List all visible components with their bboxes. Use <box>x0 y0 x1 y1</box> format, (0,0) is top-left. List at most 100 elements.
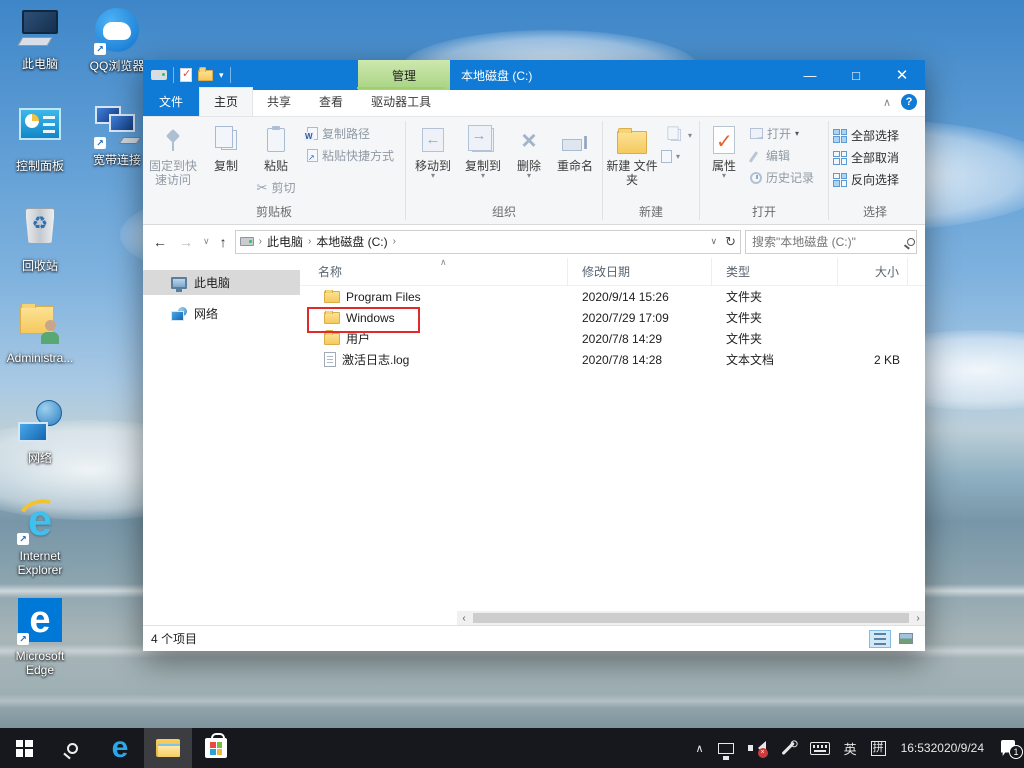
refresh-icon[interactable]: ↻ <box>725 234 736 250</box>
details-view-icon <box>874 633 886 645</box>
drive-icon <box>151 70 167 80</box>
manage-context-tab[interactable]: 管理 <box>358 60 450 90</box>
delete-button[interactable]: × 删除▾ <box>508 121 550 181</box>
recent-locations-icon[interactable]: ∨ <box>201 236 212 247</box>
navigation-pane: 此电脑 网络 <box>143 258 300 625</box>
start-button[interactable] <box>0 728 48 768</box>
action-center-button[interactable]: 1 <box>992 728 1024 768</box>
tab-share[interactable]: 共享 <box>253 88 305 116</box>
tray-ime-indicator[interactable]: 拼 <box>864 728 893 768</box>
help-icon[interactable]: ? <box>901 94 917 110</box>
minimize-button[interactable]: — <box>787 60 833 90</box>
qat-dropdown-icon[interactable]: ▾ <box>219 70 224 81</box>
select-none-icon <box>833 151 847 165</box>
file-row-activation-log[interactable]: 激活日志.log 2020/7/8 14:28 文本文档 2 KB <box>300 349 925 370</box>
cut-button[interactable]: ✂剪切 <box>257 179 296 196</box>
taskbar-store-button[interactable] <box>192 728 240 768</box>
tab-file[interactable]: 文件 <box>143 87 199 116</box>
column-header-size[interactable]: 大小 <box>838 258 908 285</box>
invert-selection-button[interactable]: 反向选择 <box>833 171 899 188</box>
column-header-type[interactable]: 类型 <box>712 258 838 285</box>
column-header-name[interactable]: 名称 <box>300 258 568 285</box>
qq-browser-icon: ↗ <box>93 8 141 56</box>
pin-to-quick-access-button[interactable]: 固定到快速访问 <box>145 121 201 189</box>
delete-x-icon: × <box>521 127 536 153</box>
tray-chevron-up-icon[interactable]: ∧ <box>689 728 711 768</box>
file-row-windows[interactable]: Windows 2020/7/29 17:09 文件夹 <box>300 307 925 328</box>
new-folder-quick-icon[interactable] <box>198 70 213 81</box>
open-button[interactable]: 打开▾ <box>750 125 814 142</box>
scroll-right-icon[interactable]: › <box>911 613 925 624</box>
desktop-icon-broadband[interactable]: ↗ 宽带连接 <box>82 102 152 167</box>
taskbar-explorer-button[interactable] <box>144 728 192 768</box>
nav-item-this-pc[interactable]: 此电脑 <box>143 270 300 295</box>
forward-button[interactable]: → <box>175 234 197 250</box>
address-dropdown-icon[interactable]: ∨ <box>711 236 718 247</box>
details-view-button[interactable] <box>869 630 891 648</box>
breadcrumb-this-pc[interactable]: 此电脑 <box>267 233 303 250</box>
column-header-date[interactable]: 修改日期 <box>568 258 712 285</box>
tab-home[interactable]: 主页 <box>199 87 253 116</box>
copy-path-button[interactable]: 复制路径 <box>307 125 394 142</box>
paste-button[interactable]: 粘贴 ✂剪切 <box>251 121 301 198</box>
desktop-icon-network[interactable]: 网络 <box>5 400 75 465</box>
tray-volume-muted-icon[interactable]: × <box>741 728 773 768</box>
copy-to-button[interactable]: 复制到▾ <box>458 121 508 181</box>
taskbar-search-button[interactable] <box>48 728 96 768</box>
desktop-icon-control-panel[interactable]: 控制面板 <box>5 102 75 173</box>
tray-touch-keyboard-icon[interactable] <box>803 728 837 768</box>
collapse-ribbon-icon[interactable]: ∧ <box>883 96 891 109</box>
tray-pen-icon[interactable] <box>773 728 803 768</box>
paste-shortcut-button[interactable]: 粘贴快捷方式 <box>307 147 394 164</box>
back-button[interactable]: ← <box>149 234 171 250</box>
properties-quick-icon[interactable] <box>180 68 192 82</box>
thumbnail-view-button[interactable] <box>895 630 917 648</box>
desktop-icon-internet-explorer[interactable]: e↗ Internet Explorer <box>5 498 75 577</box>
tab-drive-tools[interactable]: 驱动器工具 <box>357 87 445 116</box>
edit-button[interactable]: 编辑 <box>750 147 814 164</box>
search-box[interactable] <box>745 230 917 254</box>
search-input[interactable] <box>752 235 907 249</box>
breadcrumb[interactable]: › 此电脑 › 本地磁盘 (C:) › ∨ ↻ <box>235 230 741 254</box>
desktop-icon-qq-browser[interactable]: ↗ QQ浏览器 <box>82 6 152 73</box>
move-to-button[interactable]: 移动到▾ <box>408 121 458 181</box>
tray-clock[interactable]: 16:53 2020/9/24 <box>893 728 992 768</box>
recycle-bin-icon <box>16 208 64 256</box>
tray-language-indicator[interactable]: 英 <box>837 728 864 768</box>
folder-icon <box>324 312 340 324</box>
new-folder-button[interactable]: 新建 文件夹 <box>605 121 659 189</box>
rename-button[interactable]: 重命名 <box>550 121 600 175</box>
scrollbar-thumb[interactable] <box>473 613 909 623</box>
nav-item-network[interactable]: 网络 <box>143 301 300 326</box>
desktop-icon-microsoft-edge[interactable]: e↗ Microsoft Edge <box>5 596 75 677</box>
maximize-button[interactable]: □ <box>833 60 879 90</box>
item-count: 4 个项目 <box>151 630 197 647</box>
taskbar-edge-button[interactable]: e <box>96 728 144 768</box>
select-all-icon <box>833 129 847 143</box>
new-item-button[interactable]: ▾ <box>661 150 692 163</box>
paste-icon <box>267 128 285 152</box>
search-icon <box>907 238 915 246</box>
breadcrumb-local-disk-c[interactable]: 本地磁盘 (C:) <box>316 233 387 250</box>
select-all-button[interactable]: 全部选择 <box>833 127 899 144</box>
close-button[interactable]: ✕ <box>879 60 925 90</box>
copy-path-icon <box>307 127 318 140</box>
properties-button[interactable]: 属性▾ <box>702 121 746 181</box>
select-none-button[interactable]: 全部取消 <box>833 149 899 166</box>
history-button[interactable]: 历史记录 <box>750 169 814 186</box>
title-bar[interactable]: ▾ 管理 本地磁盘 (C:) — □ ✕ <box>143 60 925 90</box>
desktop-icon-recycle-bin[interactable]: 回收站 <box>5 204 75 273</box>
scroll-left-icon[interactable]: ‹ <box>457 613 471 624</box>
desktop-icon-this-pc[interactable]: 此电脑 <box>5 6 75 71</box>
tab-view[interactable]: 查看 <box>305 88 357 116</box>
file-row-users[interactable]: 用户 2020/7/8 14:29 文件夹 <box>300 328 925 349</box>
copy-to-icon <box>472 128 494 152</box>
easy-access-button[interactable]: ▾ <box>661 125 692 145</box>
up-button[interactable]: ↑ <box>216 234 231 250</box>
tray-network-icon[interactable] <box>711 728 741 768</box>
copy-button[interactable]: 复制 <box>201 121 251 175</box>
file-row-program-files[interactable]: Program Files 2020/9/14 15:26 文件夹 <box>300 286 925 307</box>
horizontal-scrollbar[interactable]: ‹ › <box>457 611 925 625</box>
desktop-icon-administrator[interactable]: Administra... <box>5 300 75 365</box>
window-title: 本地磁盘 (C:) <box>461 60 532 90</box>
